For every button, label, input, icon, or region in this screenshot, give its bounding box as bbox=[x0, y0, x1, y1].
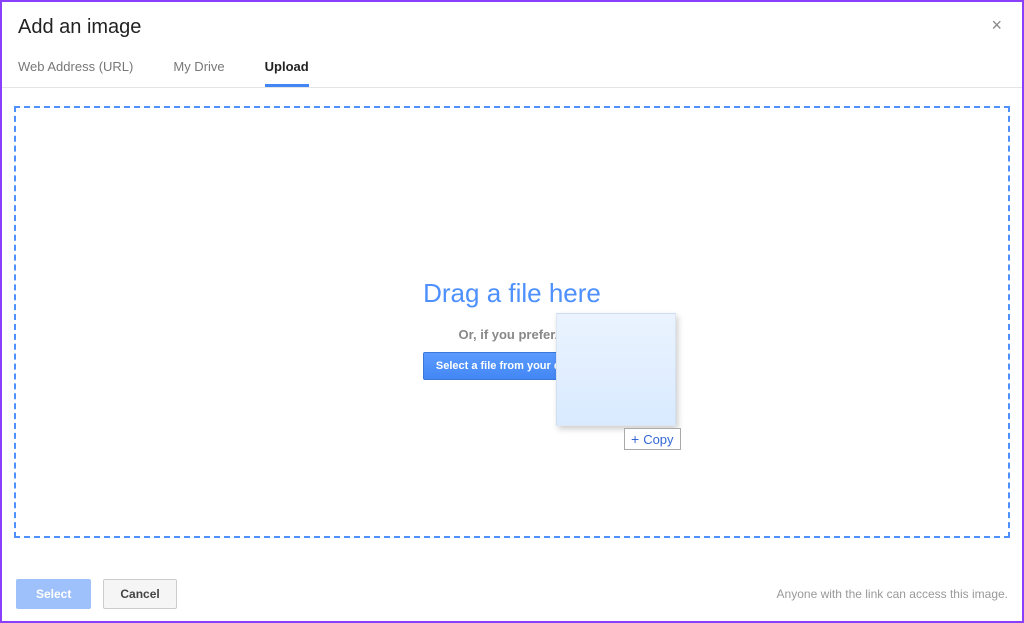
dialog-title: Add an image bbox=[18, 16, 141, 39]
content-area: Drag a file here Or, if you prefer... Se… bbox=[2, 88, 1022, 556]
upload-dropzone[interactable]: Drag a file here Or, if you prefer... Se… bbox=[14, 106, 1010, 538]
or-prefer-text: Or, if you prefer... bbox=[459, 327, 566, 342]
cancel-button[interactable]: Cancel bbox=[103, 579, 176, 609]
tabs-bar: Web Address (URL) My Drive Upload bbox=[2, 49, 1022, 88]
select-button[interactable]: Select bbox=[16, 579, 91, 609]
plus-icon: + bbox=[631, 431, 639, 447]
access-disclaimer: Anyone with the link can access this ima… bbox=[777, 587, 1008, 601]
copy-tooltip: + Copy bbox=[624, 428, 681, 450]
close-icon[interactable]: × bbox=[987, 16, 1006, 34]
tab-my-drive[interactable]: My Drive bbox=[173, 49, 224, 87]
drag-file-heading: Drag a file here bbox=[423, 278, 601, 309]
drag-preview-thumbnail[interactable] bbox=[556, 313, 676, 426]
tab-upload[interactable]: Upload bbox=[265, 49, 309, 87]
footer-buttons: Select Cancel bbox=[16, 579, 177, 609]
tab-web-address[interactable]: Web Address (URL) bbox=[18, 49, 133, 87]
dialog-footer: Select Cancel Anyone with the link can a… bbox=[2, 567, 1022, 621]
copy-tooltip-label: Copy bbox=[643, 432, 673, 447]
dialog-header: Add an image × bbox=[2, 2, 1022, 49]
